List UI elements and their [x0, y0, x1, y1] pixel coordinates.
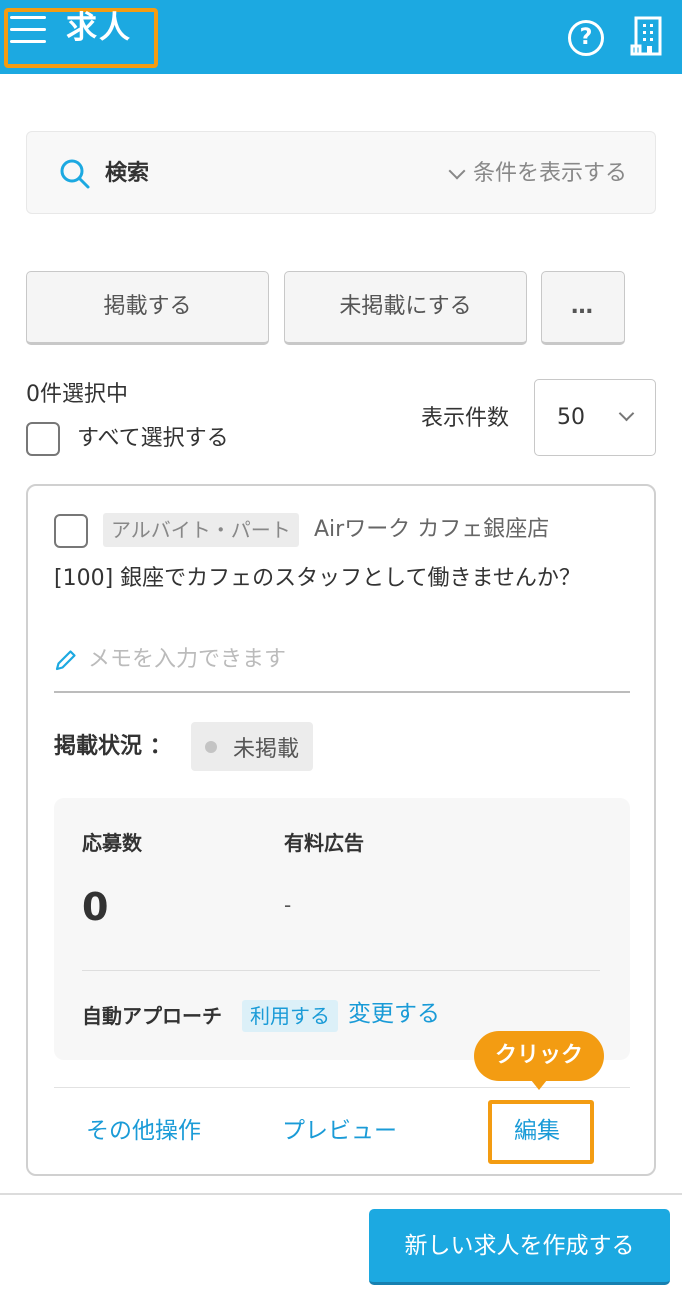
chevron-down-icon [448, 162, 466, 180]
page-title: 求人 [66, 10, 132, 46]
job-title[interactable]: [100] 銀座でカフェのスタッフとして働きませんか？ [54, 562, 614, 595]
publish-button[interactable]: 掲載する [26, 271, 269, 345]
auto-approach-status-badge: 利用する [242, 1000, 338, 1032]
edit-link[interactable]: 編集 [514, 1114, 560, 1148]
other-actions-link[interactable]: その他操作 [86, 1114, 201, 1148]
per-page-label: 表示件数 [421, 406, 510, 431]
search-icon [60, 159, 90, 189]
applicants-value: 0 [82, 885, 109, 929]
status-badge: 未掲載 [191, 722, 314, 771]
show-conditions-toggle[interactable]: 条件を表示する [448, 158, 627, 190]
paid-ads-label: 有料広告 [284, 831, 364, 855]
search-label: 検索 [105, 161, 150, 186]
hamburger-menu-icon[interactable] [10, 14, 48, 44]
footer-divider [0, 1193, 682, 1195]
highlight-frame-edit: 編集 [488, 1100, 594, 1164]
status-value: 未掲載 [233, 736, 300, 762]
select-all-label[interactable]: すべて選択する [77, 423, 229, 455]
pencil-icon [55, 650, 76, 671]
select-all-checkbox[interactable] [26, 422, 60, 456]
chevron-down-icon [618, 405, 635, 422]
selected-count: 0件選択中 [26, 382, 128, 407]
per-page-select[interactable]: 50 [534, 379, 656, 456]
employment-type-badge: アルバイト・パート [103, 513, 299, 547]
store-name: Airワーク カフェ銀座店 [314, 517, 550, 542]
app-header: 求人 ? [0, 0, 682, 74]
building-icon[interactable] [630, 16, 666, 56]
memo-input[interactable]: メモを入力できます [88, 644, 286, 676]
status-label: 掲載状況 ： [54, 734, 172, 759]
create-job-button[interactable]: 新しい求人を作成する [369, 1209, 670, 1285]
paid-ads-value: - [284, 893, 292, 917]
more-actions-button[interactable]: … [541, 271, 625, 345]
show-conditions-label: 条件を表示する [472, 161, 627, 186]
auto-approach-label: 自動アプローチ [82, 1004, 222, 1028]
unpublish-button[interactable]: 未掲載にする [284, 271, 527, 345]
job-select-checkbox[interactable] [54, 514, 88, 548]
preview-link[interactable]: プレビュー [282, 1114, 397, 1148]
click-tooltip: クリック [474, 1031, 604, 1090]
per-page-value: 50 [557, 405, 585, 430]
job-card: アルバイト・パート Airワーク カフェ銀座店 [100] 銀座でカフェのスタッ… [26, 484, 656, 1176]
status-dot-icon [205, 740, 217, 753]
question-circle-icon[interactable]: ? [568, 20, 604, 56]
auto-approach-change-link[interactable]: 変更する [348, 998, 440, 1030]
stats-panel: 応募数 有料広告 0 - 自動アプローチ 利用する 変更する [54, 798, 630, 1060]
search-panel[interactable]: 検索 条件を表示する [26, 131, 656, 214]
applicants-label: 応募数 [82, 831, 142, 855]
memo-underline [54, 691, 630, 693]
stats-divider [82, 970, 600, 971]
